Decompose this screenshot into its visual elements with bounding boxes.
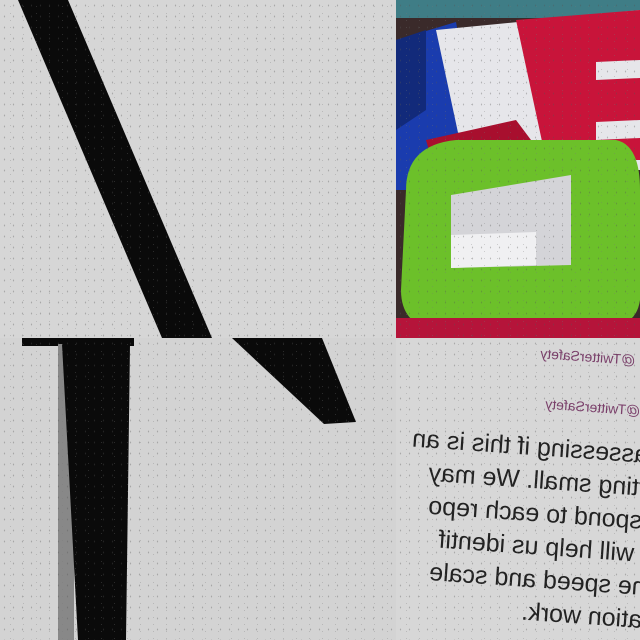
tile-mirrored-text: @TwitterSafety to @TwitterSafety an asse… — [396, 338, 640, 640]
handle-top: @TwitterSafety — [539, 345, 636, 368]
tile-letter-blocks — [396, 0, 640, 338]
tile-diagonal-stroke — [0, 0, 396, 338]
vertical-stroke-graphic — [22, 338, 356, 640]
tweet-text-lines: an assessing if this is an starting smal… — [396, 418, 640, 639]
mirrored-text-block: @TwitterSafety to @TwitterSafety an asse… — [396, 338, 640, 640]
diagonal-stroke-graphic — [18, 0, 212, 338]
tile-vertical-stroke — [0, 338, 396, 640]
letter-blocks-graphic — [396, 0, 640, 338]
handle-second: to @TwitterSafety — [544, 395, 640, 420]
